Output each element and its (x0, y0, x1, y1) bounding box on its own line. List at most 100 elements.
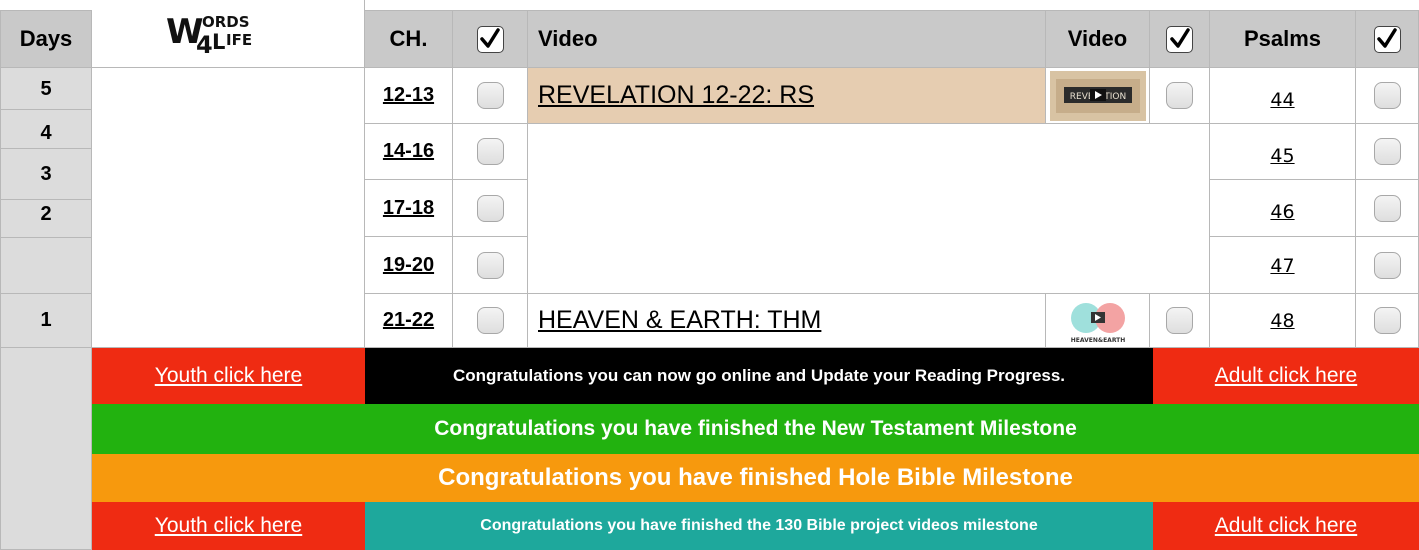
chapter-cell: 21-22 (365, 294, 453, 348)
youth-click-here-link[interactable]: Youth click here (155, 364, 302, 388)
day-number: 5 (40, 78, 52, 100)
chapter-checkbox[interactable] (476, 251, 504, 279)
adult-click-here-link[interactable]: Adult click here (1215, 364, 1357, 388)
psalm-link[interactable]: 44 (1270, 89, 1294, 111)
psalm-link[interactable]: 48 (1270, 310, 1294, 332)
chapter-link[interactable]: 12-13 (383, 84, 434, 107)
chapter-check-cell (453, 180, 528, 237)
chapter-check-cell (453, 124, 528, 180)
chapter-link[interactable]: 14-16 (383, 140, 434, 163)
psalm-checkbox[interactable] (1373, 307, 1401, 334)
adult-link-banner: Adult click here (1153, 348, 1419, 404)
psalm-cell: 44 (1210, 68, 1356, 124)
words4life-logo-icon: W ORDS 4 L IFE (166, 12, 252, 59)
logo-column-body (92, 68, 365, 348)
chapter-link[interactable]: 17-18 (383, 197, 434, 220)
psalms-header-label: Psalms (1243, 26, 1322, 51)
video-empty-area (528, 124, 1210, 294)
checkmark-icon (1373, 25, 1401, 53)
day-spacer (0, 238, 92, 294)
videos-milestone-banner: Congratulations you have finished the 13… (365, 502, 1153, 550)
youth-link-banner-2: Youth click here (92, 502, 365, 550)
youth-click-here-link[interactable]: Youth click here (155, 514, 302, 538)
day-cell: 5 (0, 68, 92, 110)
chapter-link[interactable]: 21-22 (383, 309, 434, 332)
psalm-check-cell (1356, 294, 1419, 348)
psalms-check-header (1356, 10, 1419, 68)
video-check-cell (1150, 68, 1210, 124)
svg-text:IFE: IFE (226, 31, 252, 49)
bible-milestone-banner: Congratulations you have finished Hole B… (92, 454, 1419, 502)
videos-milestone-text: Congratulations you have finished the 13… (480, 517, 1038, 534)
ch-check-header (453, 10, 528, 68)
psalm-check-cell (1356, 180, 1419, 237)
video-checkbox[interactable] (1166, 82, 1193, 109)
svg-text:ORDS: ORDS (202, 13, 250, 31)
chapter-cell: 14-16 (365, 124, 453, 180)
psalm-cell: 48 (1210, 294, 1356, 348)
psalms-header: Psalms (1210, 10, 1356, 68)
youth-link-banner: Youth click here (92, 348, 365, 404)
ch-header-label: CH. (389, 26, 428, 51)
video-check-header (1150, 10, 1210, 68)
psalm-link[interactable]: 45 (1270, 145, 1294, 167)
chapter-cell: 12-13 (365, 68, 453, 124)
chapter-cell: 17-18 (365, 180, 453, 237)
day-number: 4 (40, 122, 52, 144)
video-link[interactable]: HEAVEN & EARTH: THM (538, 306, 821, 335)
psalm-link[interactable]: 46 (1270, 201, 1294, 223)
video-check-cell (1150, 294, 1210, 348)
chapter-link[interactable]: 19-20 (383, 254, 434, 277)
day-number: 2 (40, 203, 52, 225)
psalm-checkbox[interactable] (1373, 251, 1401, 279)
psalm-checkbox[interactable] (1373, 194, 1401, 222)
psalm-checkbox[interactable] (1373, 82, 1401, 109)
chapter-checkbox[interactable] (476, 138, 504, 165)
video-thumb-cell: HEAVEN&EARTH (1046, 294, 1150, 348)
chapter-checkbox[interactable] (476, 82, 504, 109)
psalm-checkbox[interactable] (1373, 138, 1401, 165)
psalm-check-cell (1356, 68, 1419, 124)
chapter-checkbox[interactable] (476, 307, 504, 334)
chapter-check-cell (453, 237, 528, 294)
psalm-check-cell (1356, 237, 1419, 294)
chapter-checkbox[interactable] (476, 194, 504, 222)
day-number: 1 (40, 309, 52, 331)
video-thumb-cell: REVELATION (1046, 68, 1150, 124)
psalm-cell: 45 (1210, 124, 1356, 180)
video-thumbnail-icon[interactable]: HEAVEN&EARTH (1049, 295, 1146, 346)
day-cell: 4 (0, 110, 92, 149)
chapter-check-cell (453, 294, 528, 348)
thumb-title: HEAVEN&EARTH (1070, 337, 1125, 344)
chapter-cell: 19-20 (365, 237, 453, 294)
nt-milestone-banner: Congratulations you have finished the Ne… (92, 404, 1419, 454)
psalm-link[interactable]: 47 (1270, 255, 1294, 277)
psalm-check-cell (1356, 124, 1419, 180)
day-number: 3 (40, 162, 52, 185)
video-cell: HEAVEN & EARTH: THM (528, 294, 1046, 348)
video-header-label: Video (538, 26, 598, 51)
psalm-cell: 46 (1210, 180, 1356, 237)
psalm-cell: 47 (1210, 237, 1356, 294)
video2-header-label: Video (1067, 26, 1128, 51)
checkmark-icon (476, 25, 504, 53)
video-checkbox[interactable] (1166, 307, 1193, 334)
video-thumbnail-icon[interactable]: REVELATION (1049, 70, 1146, 121)
update-progress-banner: Congratulations you can now go online an… (365, 348, 1153, 404)
days-header: Days (0, 10, 92, 68)
video2-header: Video (1046, 10, 1150, 68)
chapter-check-cell (453, 68, 528, 124)
svg-text:4: 4 (196, 31, 213, 59)
adult-link-banner-2: Adult click here (1153, 502, 1419, 550)
day-column-footer (0, 348, 92, 550)
checkmark-icon (1166, 25, 1193, 53)
video-cell: REVELATION 12-22: RS (528, 68, 1046, 124)
adult-click-here-link[interactable]: Adult click here (1215, 514, 1357, 538)
update-progress-text: Congratulations you can now go online an… (452, 366, 1066, 385)
svg-text:L: L (212, 30, 225, 54)
video-header: Video (528, 10, 1046, 68)
day-cell: 1 (0, 294, 92, 348)
logo: W ORDS 4 L IFE (92, 0, 365, 68)
days-header-label: Days (19, 26, 73, 51)
video-link[interactable]: REVELATION 12-22: RS (538, 81, 814, 110)
